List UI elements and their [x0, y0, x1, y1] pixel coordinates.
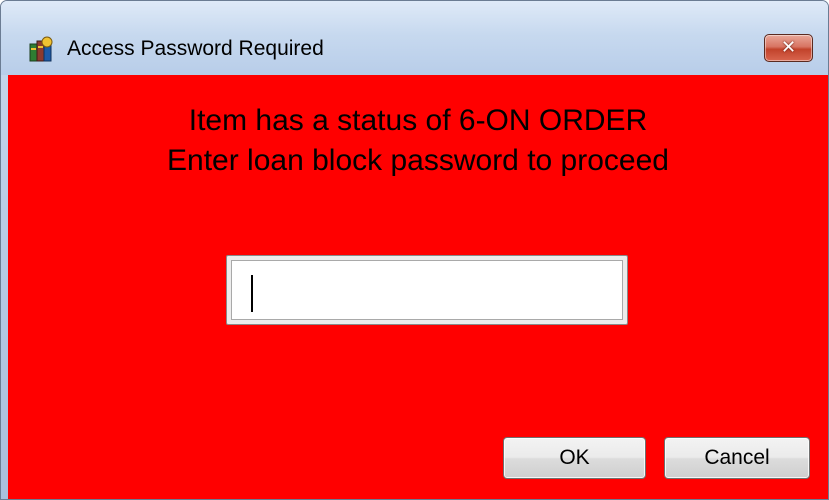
dialog-window: Access Password Required ✕ Item has a st… — [0, 0, 829, 500]
close-icon: ✕ — [780, 37, 797, 58]
title-bar[interactable]: Access Password Required ✕ — [1, 1, 828, 75]
text-caret — [251, 275, 253, 312]
cancel-button[interactable]: Cancel — [664, 437, 810, 479]
instruction-message: Enter loan block password to proceed — [167, 144, 669, 177]
dialog-body: Item has a status of 6-ON ORDER Enter lo… — [8, 75, 828, 499]
library-books-icon — [29, 36, 53, 62]
window-title: Access Password Required — [67, 37, 324, 60]
close-button[interactable]: ✕ — [764, 34, 813, 62]
password-field-frame — [226, 255, 628, 325]
ok-button[interactable]: OK — [503, 437, 646, 479]
password-input[interactable] — [233, 262, 621, 318]
status-message: Item has a status of 6-ON ORDER — [188, 104, 648, 137]
